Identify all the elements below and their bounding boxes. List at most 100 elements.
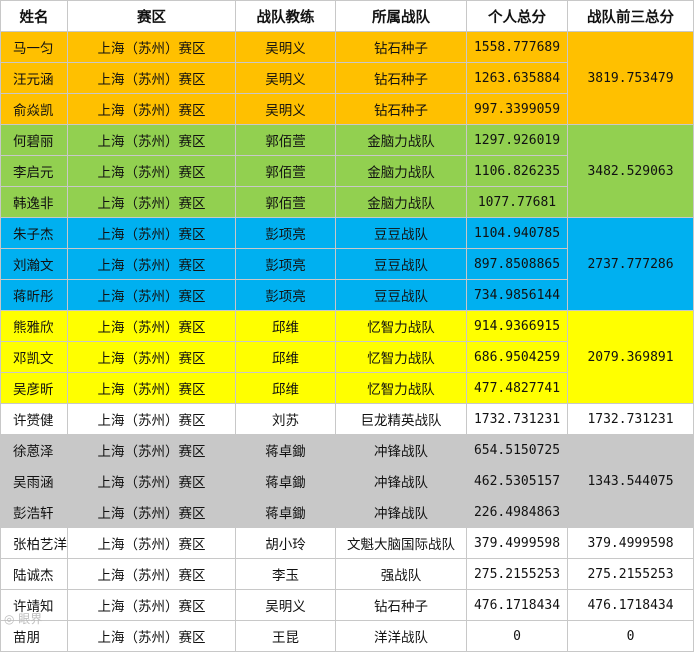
cell-name[interactable]: 许赟健 [0,403,68,435]
cell-region[interactable]: 上海（苏州）赛区 [67,589,236,621]
cell-personal-score[interactable]: 1297.926019 [466,124,568,156]
cell-personal-score[interactable]: 226.4984863 [466,496,568,528]
cell-team[interactable]: 豆豆战队 [335,248,467,280]
cell-region[interactable]: 上海（苏州）赛区 [67,124,236,156]
cell-coach[interactable]: 刘苏 [235,403,336,435]
cell-team[interactable]: 豆豆战队 [335,217,467,249]
header-coach[interactable]: 战队教练 [235,0,336,32]
cell-name[interactable]: 何碧丽 [0,124,68,156]
cell-team-top3-total[interactable]: 275.2155253 [567,558,694,590]
cell-name[interactable]: 刘瀚文 [0,248,68,280]
cell-team[interactable]: 洋洋战队 [335,620,467,652]
cell-region[interactable]: 上海（苏州）赛区 [67,310,236,342]
cell-name[interactable]: 朱子杰 [0,217,68,249]
cell-coach[interactable]: 邱维 [235,341,336,373]
cell-coach[interactable]: 邱维 [235,372,336,404]
cell-personal-score[interactable]: 997.3399059 [466,93,568,125]
cell-coach[interactable]: 彭项亮 [235,248,336,280]
cell-personal-score[interactable]: 477.4827741 [466,372,568,404]
cell-team[interactable]: 冲锋战队 [335,434,467,466]
cell-region[interactable]: 上海（苏州）赛区 [67,465,236,497]
cell-region[interactable]: 上海（苏州）赛区 [67,527,236,559]
cell-team[interactable]: 冲锋战队 [335,496,467,528]
cell-personal-score[interactable]: 734.9856144 [466,279,568,311]
cell-personal-score[interactable]: 654.5150725 [466,434,568,466]
cell-personal-score[interactable]: 1558.777689 [466,31,568,63]
cell-coach[interactable]: 彭项亮 [235,279,336,311]
cell-coach[interactable]: 蒋卓鋤 [235,465,336,497]
cell-coach[interactable]: 吴明义 [235,62,336,94]
cell-team[interactable]: 冲锋战队 [335,465,467,497]
cell-personal-score[interactable]: 897.8508865 [466,248,568,280]
cell-team-top3-total[interactable]: 2079.369891 [567,310,694,404]
cell-region[interactable]: 上海（苏州）赛区 [67,372,236,404]
cell-coach[interactable]: 李玉 [235,558,336,590]
header-team[interactable]: 所属战队 [335,0,467,32]
cell-personal-score[interactable]: 275.2155253 [466,558,568,590]
cell-team[interactable]: 金脑力战队 [335,155,467,187]
cell-team[interactable]: 金脑力战队 [335,186,467,218]
cell-name[interactable]: 俞焱凯 [0,93,68,125]
header-personal-score[interactable]: 个人总分 [466,0,568,32]
cell-coach[interactable]: 蒋卓鋤 [235,434,336,466]
cell-personal-score[interactable]: 462.5305157 [466,465,568,497]
cell-name[interactable]: 苗朋 [0,620,68,652]
cell-coach[interactable]: 邱维 [235,310,336,342]
cell-team[interactable]: 钻石种子 [335,62,467,94]
cell-region[interactable]: 上海（苏州）赛区 [67,217,236,249]
cell-team[interactable]: 忆智力战队 [335,341,467,373]
cell-name[interactable]: 蒋昕彤 [0,279,68,311]
cell-team[interactable]: 文魁大脑国际战队 [335,527,467,559]
cell-region[interactable]: 上海（苏州）赛区 [67,31,236,63]
cell-name[interactable]: 韩逸非 [0,186,68,218]
cell-team[interactable]: 巨龙精英战队 [335,403,467,435]
cell-coach[interactable]: 吴明义 [235,93,336,125]
cell-personal-score[interactable]: 0 [466,620,568,652]
cell-team[interactable]: 钻石种子 [335,31,467,63]
cell-region[interactable]: 上海（苏州）赛区 [67,248,236,280]
cell-coach[interactable]: 郭佰萱 [235,155,336,187]
cell-coach[interactable]: 王昆 [235,620,336,652]
cell-region[interactable]: 上海（苏州）赛区 [67,279,236,311]
cell-team[interactable]: 忆智力战队 [335,310,467,342]
cell-name[interactable]: 陆诚杰 [0,558,68,590]
cell-personal-score[interactable]: 1106.826235 [466,155,568,187]
cell-name[interactable]: 徐蒽泽 [0,434,68,466]
cell-coach[interactable]: 蒋卓鋤 [235,496,336,528]
cell-team[interactable]: 豆豆战队 [335,279,467,311]
cell-region[interactable]: 上海（苏州）赛区 [67,62,236,94]
cell-team-top3-total[interactable]: 0 [567,620,694,652]
cell-personal-score[interactable]: 1263.635884 [466,62,568,94]
cell-team-top3-total[interactable]: 1343.544075 [567,434,694,528]
cell-personal-score[interactable]: 686.9504259 [466,341,568,373]
cell-coach[interactable]: 郭佰萱 [235,186,336,218]
cell-region[interactable]: 上海（苏州）赛区 [67,186,236,218]
cell-region[interactable]: 上海（苏州）赛区 [67,434,236,466]
cell-region[interactable]: 上海（苏州）赛区 [67,403,236,435]
cell-team-top3-total[interactable]: 379.4999598 [567,527,694,559]
cell-personal-score[interactable]: 476.1718434 [466,589,568,621]
header-region[interactable]: 赛区 [67,0,236,32]
cell-region[interactable]: 上海（苏州）赛区 [67,341,236,373]
cell-region[interactable]: 上海（苏州）赛区 [67,620,236,652]
cell-coach[interactable]: 吴明义 [235,31,336,63]
cell-name[interactable]: 邓凯文 [0,341,68,373]
cell-team[interactable]: 强战队 [335,558,467,590]
cell-team-top3-total[interactable]: 476.1718434 [567,589,694,621]
cell-team[interactable]: 金脑力战队 [335,124,467,156]
cell-name[interactable]: 熊雅欣 [0,310,68,342]
header-name[interactable]: 姓名 [0,0,68,32]
cell-name[interactable]: 吴雨涵 [0,465,68,497]
cell-coach[interactable]: 郭佰萱 [235,124,336,156]
header-team-top3-total[interactable]: 战队前三总分 [567,0,694,32]
cell-team-top3-total[interactable]: 3482.529063 [567,124,694,218]
cell-name[interactable]: 汪元涵 [0,62,68,94]
cell-team-top3-total[interactable]: 1732.731231 [567,403,694,435]
cell-personal-score[interactable]: 379.4999598 [466,527,568,559]
cell-region[interactable]: 上海（苏州）赛区 [67,155,236,187]
cell-coach[interactable]: 彭项亮 [235,217,336,249]
cell-team[interactable]: 忆智力战队 [335,372,467,404]
cell-team[interactable]: 钻石种子 [335,93,467,125]
cell-region[interactable]: 上海（苏州）赛区 [67,558,236,590]
cell-personal-score[interactable]: 1104.940785 [466,217,568,249]
